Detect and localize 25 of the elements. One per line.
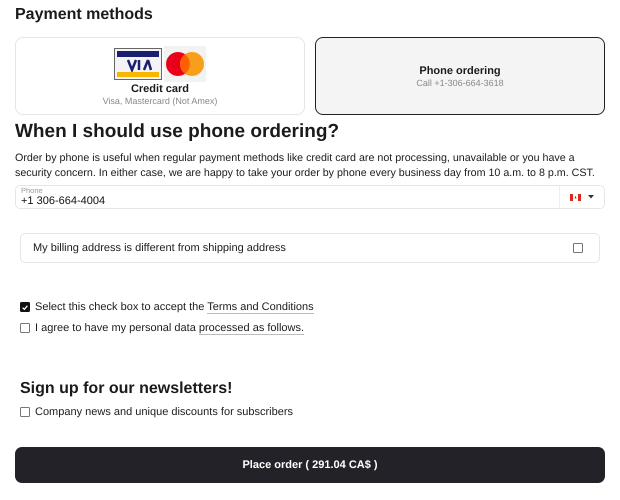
- consent-text: Select this check box to accept the Terms and Conditions: [35, 301, 314, 313]
- place-order-button[interactable]: Place order ( 291.04 CA$ ): [15, 447, 605, 483]
- payment-option[interactable]: Phone ordering Call +1-306-664-3618: [315, 37, 605, 115]
- checkbox[interactable]: [20, 323, 30, 333]
- link[interactable]: processed as follows.: [198, 322, 304, 335]
- checkbox-label: Company news and unique discounts for subscribers: [35, 406, 294, 418]
- section-title: Payment methods: [15, 6, 154, 24]
- checkbox[interactable]: [573, 243, 583, 253]
- option-note: Call +1-306-664-3618: [416, 78, 504, 88]
- option-label: Phone ordering: [419, 65, 501, 77]
- info-text: Order by phone is useful when regular payment methods like credit card are not processing, unavailable or you have a security concern. In either case, we are happy to take your order by phone every business day from 10 a.m. to 8 p.m. CST.: [15, 151, 596, 180]
- checkbox-label: My billing address is different from shipping address: [33, 242, 286, 254]
- link[interactable]: Terms and Conditions: [207, 301, 314, 314]
- section-heading: When I should use phone ordering?: [15, 121, 340, 143]
- option-label: Credit card: [130, 83, 190, 95]
- payment-option[interactable]: Credit card Visa, Mastercard (Not Amex): [15, 37, 305, 115]
- section-heading: Sign up for our newsletters!: [20, 380, 234, 398]
- checkbox[interactable]: [20, 302, 30, 312]
- circles-logo-icon: [164, 46, 206, 82]
- flag-icon: [570, 194, 581, 200]
- card-logo-icon: [114, 48, 162, 80]
- checkbox[interactable]: [20, 407, 30, 417]
- consent-text: I agree to have my personal data processed as follows.: [35, 322, 304, 334]
- option-note: Visa, Mastercard (Not Amex): [102, 96, 218, 106]
- caret-icon: [588, 195, 594, 199]
